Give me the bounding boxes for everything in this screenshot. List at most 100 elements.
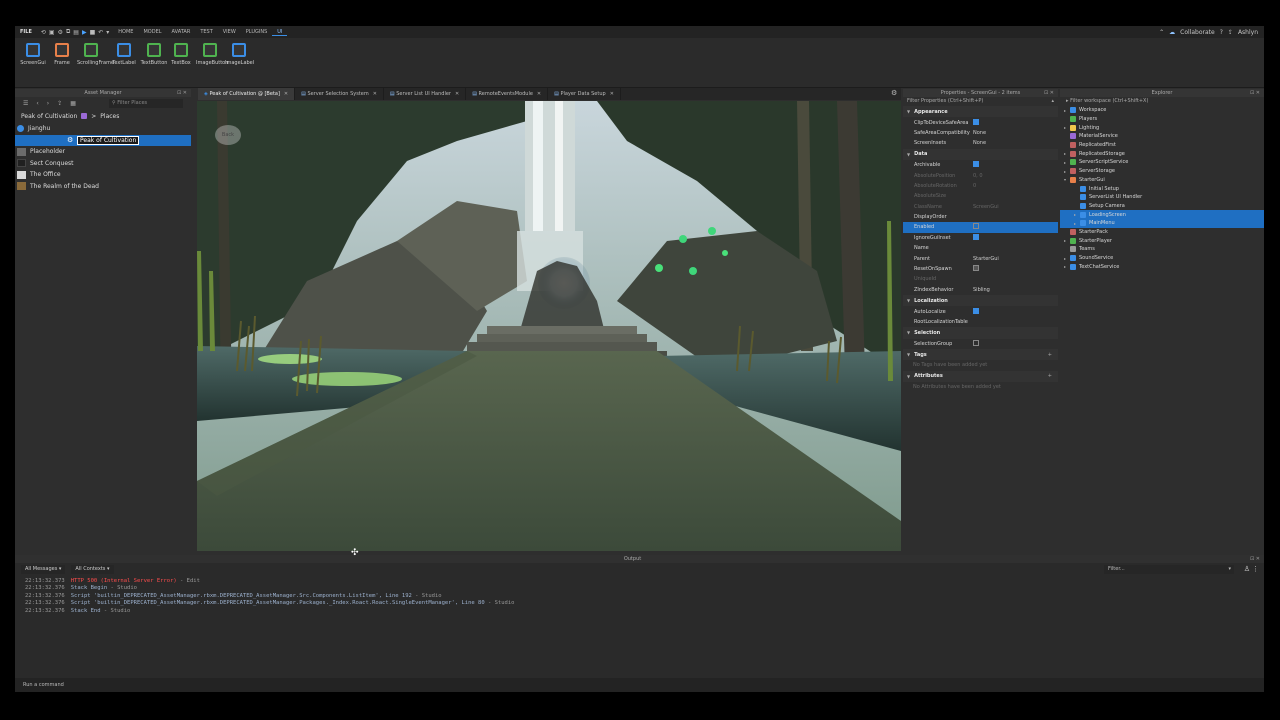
explorer-item[interactable]: ReplicatedFirst <box>1060 141 1264 150</box>
property-row[interactable]: ZIndexBehavior Sibling <box>903 285 1058 295</box>
clear-output-icon[interactable]: ♙ <box>1244 565 1250 573</box>
play-icon[interactable]: ▶ <box>82 29 87 36</box>
breadcrumb-game[interactable]: Peak of Cultivation <box>21 113 77 120</box>
save-icon[interactable]: ▣ <box>49 29 55 36</box>
explorer-item[interactable]: Setup Camera <box>1060 202 1264 211</box>
output-filter-input[interactable]: Filter... ▾ <box>1104 565 1234 574</box>
explorer-item[interactable]: ▸ TextChatService <box>1060 262 1264 271</box>
messages-filter-dropdown[interactable]: All Messages ▾ <box>21 564 66 574</box>
collapse-arrow-icon[interactable]: ▼ <box>907 298 910 303</box>
undo-history-icon[interactable]: ⟲ <box>41 29 46 36</box>
tab-ui[interactable]: UI <box>272 29 288 36</box>
explorer-item[interactable]: ▸ StarterPlayer <box>1060 236 1264 245</box>
property-row[interactable]: Name <box>903 243 1058 253</box>
property-value[interactable] <box>973 339 979 348</box>
place-item-jianghu[interactable]: Jianghu <box>15 123 191 135</box>
contexts-filter-dropdown[interactable]: All Contexts ▾ <box>71 564 114 574</box>
log-line[interactable]: 22:13:32.376 Script 'builtin_DEPRECATED_A… <box>25 593 1264 600</box>
property-row[interactable]: IgnoreGuiInset <box>903 233 1058 243</box>
property-row[interactable]: DisplayOrder <box>903 212 1058 222</box>
scroll-up-icon[interactable]: ▴ <box>1051 97 1054 106</box>
collaborate-icon[interactable]: ☁ <box>1169 29 1175 36</box>
property-value[interactable] <box>973 223 979 231</box>
filter-properties-input[interactable]: Filter Properties (Ctrl+Shift+P) ▴ <box>903 97 1058 106</box>
property-value[interactable] <box>973 307 979 316</box>
document-tab[interactable]: ▤ RemoteEventsModule ✕ <box>466 88 549 100</box>
log-line[interactable]: 22:13:32.376 Script 'builtin_DEPRECATED_A… <box>25 600 1264 607</box>
explorer-item[interactable]: Players <box>1060 115 1264 124</box>
filter-workspace-input[interactable]: ▸ Filter workspace (Ctrl+Shift+X) <box>1060 97 1264 106</box>
breadcrumb-folder[interactable]: Places <box>100 113 119 120</box>
back-arrow-icon[interactable]: ‹ <box>36 100 38 107</box>
tab-test[interactable]: TEST <box>195 29 217 35</box>
file-menu[interactable]: FILE <box>15 29 37 35</box>
collapse-icon[interactable]: ⌃ <box>1159 29 1164 36</box>
property-section[interactable]: ▼ Appearance <box>903 106 1058 118</box>
property-row[interactable]: AbsolutePosition 0, 0 <box>903 170 1058 180</box>
property-row[interactable]: ClassName ScreenGui <box>903 202 1058 212</box>
explorer-item[interactable]: ▸ LoadingScreen <box>1060 210 1264 219</box>
dropdown-icon[interactable]: ▾ <box>106 29 109 36</box>
command-bar[interactable]: Run a command <box>15 678 1264 692</box>
document-tab[interactable]: ▤ Server Selection System ✕ <box>295 88 384 100</box>
property-section[interactable]: ▼ Attributes + <box>903 370 1058 383</box>
forward-arrow-icon[interactable]: › <box>47 100 49 107</box>
undo-icon[interactable]: ↶ <box>98 29 103 36</box>
property-row[interactable]: ScreenInsets None <box>903 138 1058 148</box>
close-icon[interactable]: ⊡ ✕ <box>1044 89 1054 97</box>
property-row[interactable]: AbsoluteRotation 0 <box>903 181 1058 191</box>
collapse-arrow-icon[interactable]: ▼ <box>907 352 910 357</box>
property-section[interactable]: ▼ Localization <box>903 295 1058 307</box>
rename-input[interactable]: Peak of Cultivation <box>77 135 140 145</box>
place-item-placeholder[interactable]: Placeholder <box>15 146 191 158</box>
tool-textbutton[interactable]: TextButton <box>140 43 168 66</box>
tool-textlabel[interactable]: TextLabel <box>110 43 138 66</box>
property-row[interactable]: Archivable <box>903 160 1058 170</box>
property-value[interactable]: Sibling <box>973 287 990 293</box>
property-section[interactable]: ▼ Selection <box>903 327 1058 339</box>
property-row[interactable]: AutoLocalize <box>903 306 1058 316</box>
place-item-the-office[interactable]: The Office <box>15 169 191 181</box>
property-row[interactable]: ResetOnSpawn <box>903 264 1058 274</box>
log-line[interactable]: 22:13:32.376 Stack Begin - Studio <box>25 585 1264 592</box>
grid-view-icon[interactable]: ▦ <box>70 100 76 107</box>
place-item-peak-of-cultivation[interactable]: ⚙ Peak of Cultivation <box>15 134 191 146</box>
explorer-item[interactable]: ▸ MainMenu <box>1060 218 1264 228</box>
property-value[interactable]: None <box>973 140 986 146</box>
stop-icon[interactable]: ■ <box>90 29 96 36</box>
document-tab[interactable]: ◈ Peak of Cultivation @ [Beta] ✕ <box>198 88 296 100</box>
property-row[interactable]: SelectionGroup <box>903 339 1058 349</box>
paste-icon[interactable]: ▤ <box>73 29 79 36</box>
explorer-item[interactable]: Teams <box>1060 245 1264 254</box>
back-button[interactable]: Back <box>215 125 241 145</box>
close-tab-icon[interactable]: ✕ <box>610 91 614 97</box>
explorer-item[interactable]: ▸ Lighting <box>1060 123 1264 132</box>
tab-view[interactable]: VIEW <box>218 29 241 35</box>
property-row[interactable]: SafeAreaCompatibility None <box>903 128 1058 138</box>
property-section[interactable]: ▼ Tags + <box>903 348 1058 361</box>
document-tab[interactable]: ▤ Player Data Setup ✕ <box>548 88 621 100</box>
explorer-item[interactable]: ▸ Workspace <box>1060 106 1264 115</box>
property-value[interactable]: ScreenGui <box>973 204 999 210</box>
close-tab-icon[interactable]: ✕ <box>455 91 459 97</box>
document-tab[interactable]: ▤ Server List UI Handler ✕ <box>384 88 467 100</box>
property-value[interactable] <box>973 161 979 169</box>
menu-icon[interactable]: ☰ <box>23 100 28 107</box>
log-line[interactable]: 22:13:32.373 HTTP 500 (Internal Server Er… <box>25 578 1264 585</box>
share-icon[interactable]: ⇪ <box>1228 29 1233 36</box>
explorer-item[interactable]: ▸ ReplicatedStorage <box>1060 149 1264 158</box>
explorer-item[interactable]: Initial Setup <box>1060 184 1264 193</box>
add-icon[interactable]: + <box>1048 352 1052 358</box>
tool-imagebutton[interactable]: ImageButton <box>196 43 228 66</box>
property-value[interactable]: StarterGui <box>973 256 999 262</box>
tool-scrollingframe[interactable]: ScrollingFrame <box>77 43 114 66</box>
explorer-item[interactable]: ServerList UI Handler <box>1060 193 1264 202</box>
copy-icon[interactable]: ⧉ <box>66 28 70 36</box>
collaborate-button[interactable]: Collaborate <box>1180 29 1215 36</box>
property-value[interactable] <box>973 118 979 127</box>
tool-textbox[interactable]: TextBox <box>167 43 195 66</box>
property-value[interactable] <box>973 265 979 273</box>
property-value[interactable] <box>973 233 979 242</box>
upload-icon[interactable]: ⇪ <box>57 100 62 107</box>
property-row[interactable]: AbsoluteSize <box>903 191 1058 201</box>
